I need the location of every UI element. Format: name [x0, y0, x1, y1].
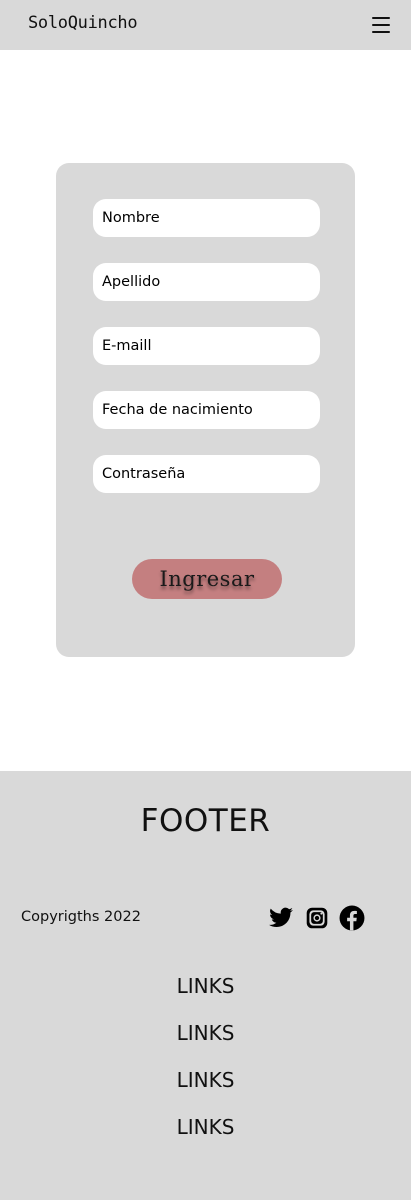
navbar: SoloQuincho — [0, 0, 411, 50]
footer-title: FOOTER — [140, 803, 271, 839]
facebook-icon[interactable] — [339, 905, 365, 931]
footer-links: LINKS LINKS LINKS LINKS — [0, 973, 411, 1161]
apellido-input[interactable] — [93, 263, 320, 301]
email-input[interactable] — [93, 327, 320, 365]
footer-link[interactable]: LINKS — [0, 1114, 411, 1161]
footer-link[interactable]: LINKS — [0, 973, 411, 1020]
menu-bar — [372, 31, 390, 33]
password-input[interactable] — [93, 455, 320, 493]
hamburger-menu-icon[interactable] — [368, 14, 394, 36]
menu-bar — [372, 17, 390, 19]
brand-logo[interactable]: SoloQuincho — [28, 13, 138, 33]
menu-bar — [372, 24, 390, 26]
registration-form: Ingresar — [56, 163, 355, 657]
instagram-icon[interactable] — [304, 905, 330, 931]
fecha-nacimiento-input[interactable] — [93, 391, 320, 429]
footer-link[interactable]: LINKS — [0, 1020, 411, 1067]
ingresar-button[interactable]: Ingresar — [132, 559, 282, 599]
copyright-text: Copyrigths 2022 — [21, 909, 141, 925]
footer: FOOTER Copyrigths 2022 LINKS LINKS LINKS… — [0, 771, 411, 1200]
twitter-icon[interactable] — [268, 905, 294, 931]
nombre-input[interactable] — [93, 199, 320, 237]
footer-link[interactable]: LINKS — [0, 1067, 411, 1114]
